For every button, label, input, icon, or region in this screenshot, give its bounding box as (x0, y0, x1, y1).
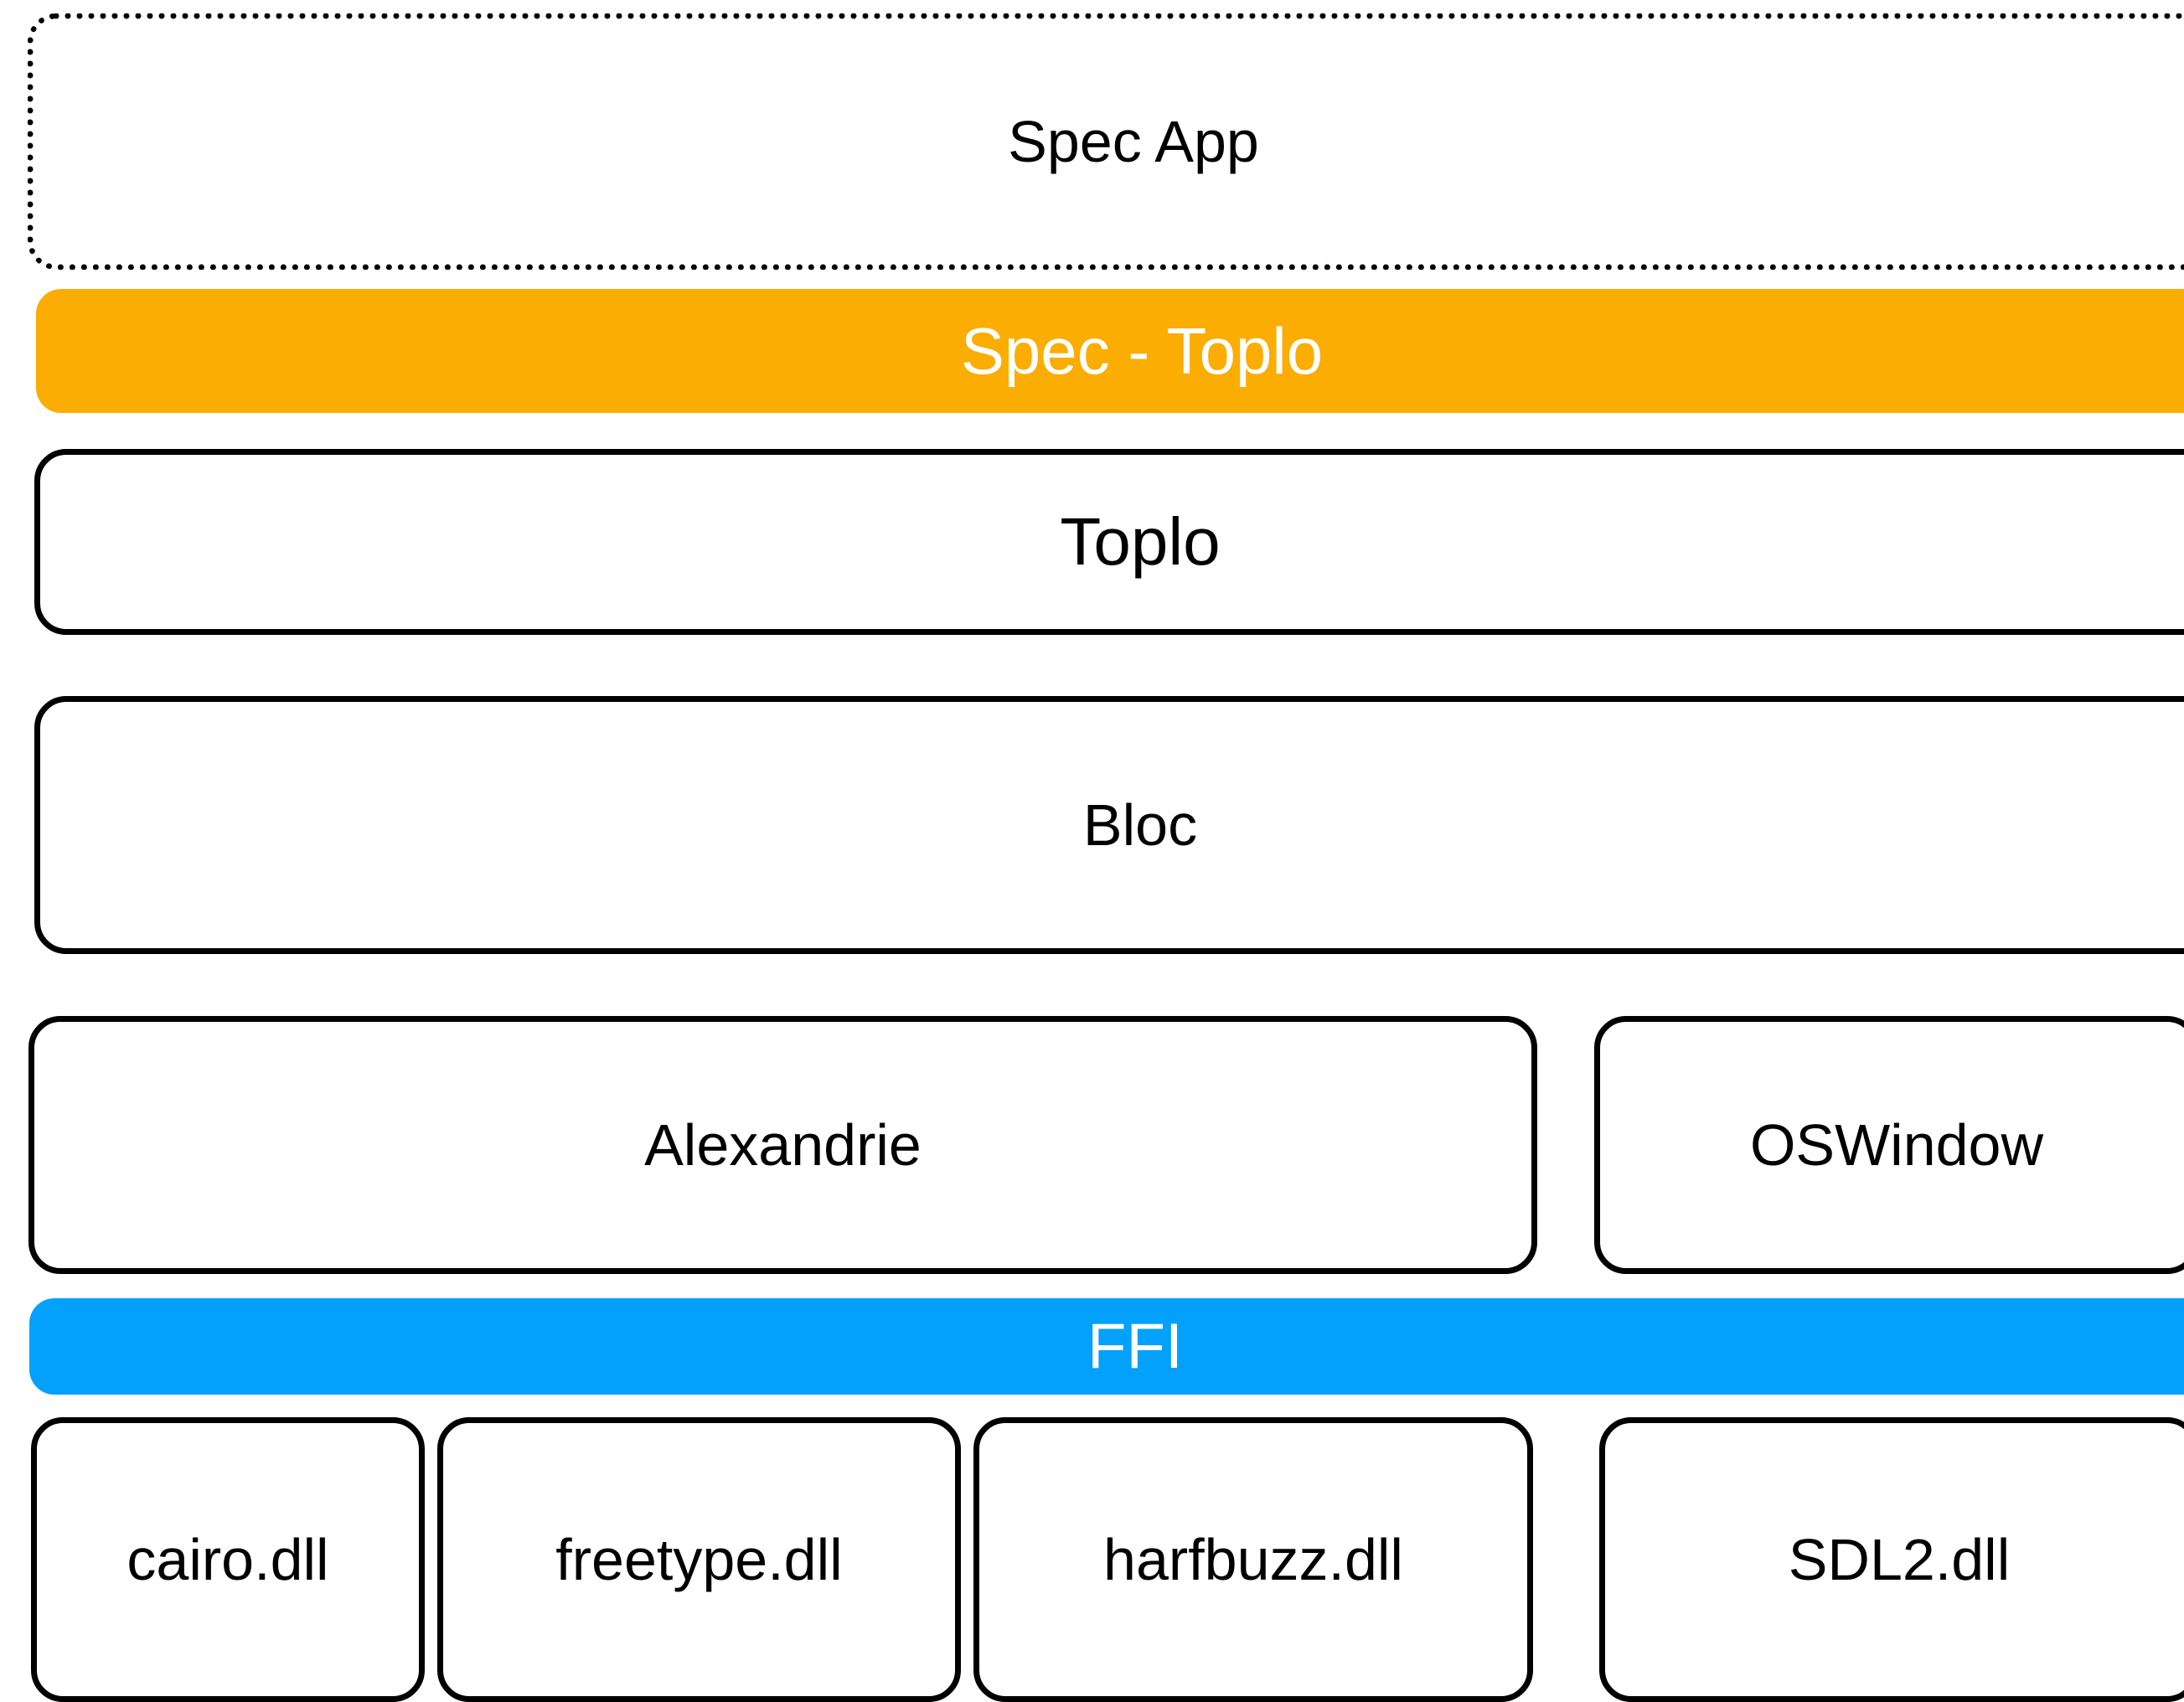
freetype-dll-label: freetype.dll (555, 1527, 843, 1592)
freetype-dll-box: freetype.dll (437, 1417, 961, 1702)
spec-app-layer: Spec App (28, 13, 2184, 270)
toplo-label: Toplo (1060, 504, 1221, 579)
harfbuzz-dll-box: harfbuzz.dll (973, 1417, 1533, 1702)
spec-toplo-label: Spec - Toplo (960, 313, 1324, 388)
bloc-label: Bloc (1082, 792, 1198, 858)
sdl2-dll-label: SDL2.dll (1788, 1527, 2011, 1592)
cairo-dll-box: cairo.dll (31, 1417, 425, 1702)
ffi-label: FFI (1087, 1311, 1183, 1382)
oswindow-layer: OSWindow (1594, 1016, 2184, 1274)
ffi-layer: FFI (29, 1298, 2184, 1395)
alexandrie-label: Alexandrie (644, 1112, 922, 1178)
oswindow-label: OSWindow (1749, 1112, 2044, 1178)
bloc-layer: Bloc (34, 696, 2184, 954)
sdl2-dll-box: SDL2.dll (1599, 1417, 2184, 1702)
cairo-dll-label: cairo.dll (126, 1527, 329, 1592)
alexandrie-layer: Alexandrie (28, 1016, 1537, 1274)
toplo-layer: Toplo (34, 449, 2184, 635)
spec-toplo-layer: Spec - Toplo (36, 289, 2184, 413)
spec-app-label: Spec App (1008, 109, 1259, 174)
harfbuzz-dll-label: harfbuzz.dll (1103, 1527, 1403, 1592)
